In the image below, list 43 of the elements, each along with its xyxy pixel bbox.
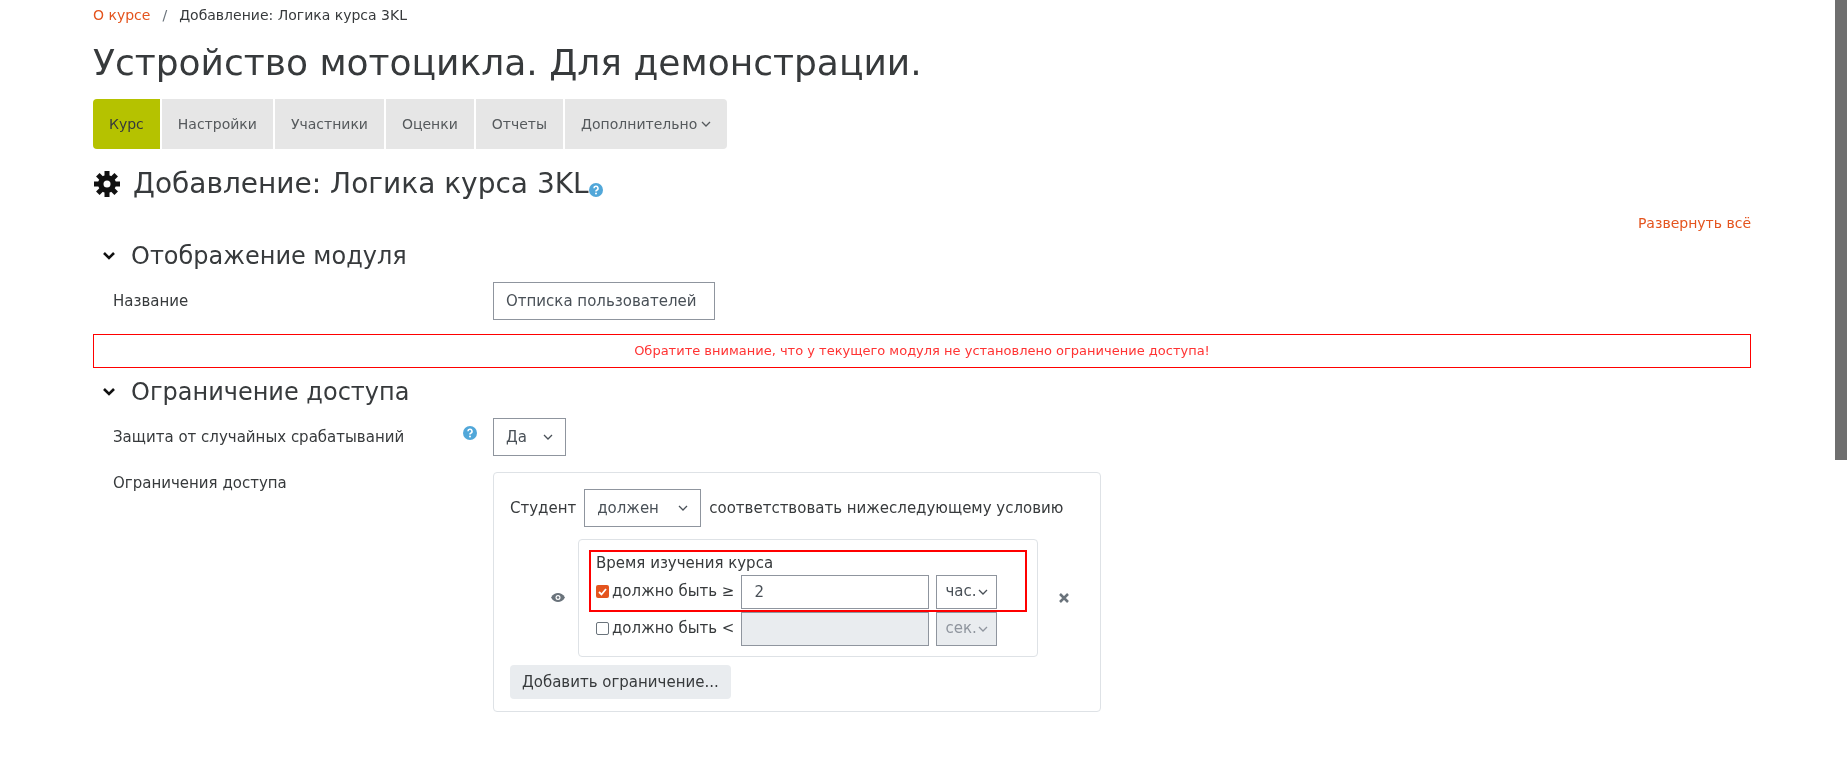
chevron-down-icon[interactable] bbox=[103, 252, 115, 260]
scrollbar-thumb[interactable] bbox=[1835, 0, 1847, 460]
yes-dropdown[interactable]: Да bbox=[493, 418, 566, 456]
page-heading: Добавление: Логика курса 3KL bbox=[133, 166, 589, 202]
condition-label: должно быть < bbox=[612, 618, 735, 640]
checkbox[interactable] bbox=[596, 585, 609, 598]
field-label: Защита от случайных срабатываний bbox=[113, 426, 405, 448]
checkbox[interactable] bbox=[596, 622, 609, 635]
help-icon[interactable] bbox=[588, 183, 603, 197]
nav-tab[interactable]: Курс bbox=[93, 99, 160, 149]
breadcrumb-link[interactable]: О курсе bbox=[93, 5, 151, 26]
expand-all-link[interactable]: Развернуть всё bbox=[1637, 213, 1751, 234]
name-input-field[interactable]: Отписка пользователей bbox=[493, 282, 715, 320]
nav-tab[interactable]: Дополнительно bbox=[565, 99, 728, 149]
eye-icon[interactable] bbox=[550, 592, 566, 604]
condition-title: Время изучения курса bbox=[596, 553, 775, 574]
duration-input-field[interactable]: 2 bbox=[741, 574, 930, 609]
chevron-down-icon bbox=[678, 505, 689, 511]
warning-alert: Обратите внимание, что у текущего модуля не установлено ограничение доступа! bbox=[93, 334, 1751, 368]
chevron-down-icon[interactable] bbox=[103, 388, 115, 396]
nav-tab[interactable]: Настройки bbox=[161, 99, 273, 149]
breadcrumb-separator: / bbox=[162, 6, 168, 25]
nav-tab[interactable]: Участники bbox=[274, 99, 384, 149]
help-icon[interactable] bbox=[463, 425, 477, 440]
section-heading[interactable]: Ограничение доступа bbox=[131, 374, 410, 410]
course-title: Устройство мотоцикла. Для демонстрации. bbox=[93, 41, 923, 85]
must-dropdown[interactable]: должен bbox=[584, 489, 702, 527]
gear-icon bbox=[93, 170, 121, 198]
chevron-down-icon bbox=[978, 625, 989, 632]
close-icon[interactable] bbox=[1058, 591, 1070, 604]
add-restriction-button[interactable]: Добавить ограничение... bbox=[510, 664, 731, 699]
student-label: Студент bbox=[510, 497, 577, 519]
condition-label: должно быть ≥ bbox=[612, 581, 735, 603]
condition-text: соответствовать нижеследующему условию bbox=[709, 497, 1064, 519]
section-heading[interactable]: Отображение модуля bbox=[131, 238, 407, 274]
chevron-down-icon bbox=[542, 434, 553, 440]
nav-tab[interactable]: Оценки bbox=[385, 99, 474, 149]
breadcrumb-current: Добавление: Логика курса 3KL bbox=[179, 6, 407, 25]
field-label: Ограничения доступа bbox=[113, 473, 287, 494]
field-label: Название bbox=[113, 290, 189, 312]
nav-tab[interactable]: Отчеты bbox=[475, 99, 564, 149]
unit-dropdown[interactable]: час. bbox=[936, 574, 998, 609]
chevron-down-icon bbox=[978, 588, 989, 595]
